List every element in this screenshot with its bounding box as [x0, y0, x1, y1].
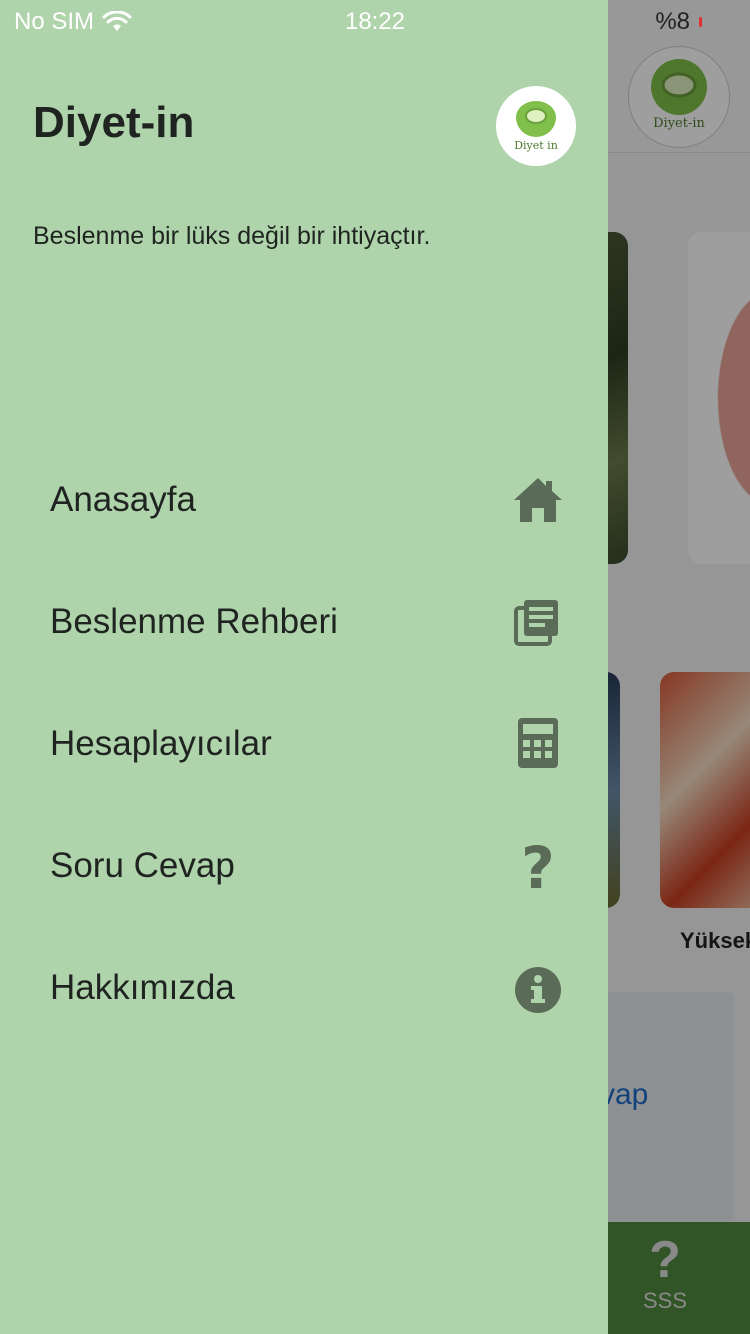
app-logo: Diyet in: [496, 86, 576, 166]
menu-item-anasayfa[interactable]: Anasayfa: [0, 438, 608, 560]
drawer-menu: Anasayfa Beslenme Rehberi Hesaplayıcılar: [0, 438, 608, 1048]
question-icon: ?: [521, 840, 555, 892]
menu-item-beslenme-rehberi[interactable]: Beslenme Rehberi: [0, 560, 608, 682]
clock: 18:22: [344, 8, 406, 35]
menu-item-soru-cevap[interactable]: Soru Cevap ?: [0, 804, 608, 926]
drawer-tagline: Beslenme bir lüks değil bir ihtiyaçtır.: [33, 222, 431, 250]
menu-item-label: Hesaplayıcılar: [50, 724, 272, 763]
battery-indicator: %8: [655, 8, 740, 36]
kiwi-icon: [516, 100, 556, 137]
menu-item-label: Beslenme Rehberi: [50, 602, 338, 641]
info-icon: [515, 967, 561, 1013]
navigation-drawer: Diyet-in Diyet in Beslenme bir lüks deği…: [0, 0, 608, 1334]
calculator-icon: [518, 718, 558, 768]
news-icon: [514, 600, 558, 646]
menu-item-hakkimizda[interactable]: Hakkımızda: [0, 926, 608, 1048]
menu-item-label: Hakkımızda: [50, 968, 235, 1007]
battery-icon: [694, 12, 740, 32]
home-icon: [514, 478, 562, 522]
svg-text:?: ?: [521, 840, 555, 892]
menu-item-label: Anasayfa: [50, 480, 196, 519]
drawer-title: Diyet-in: [33, 98, 195, 147]
menu-item-label: Soru Cevap: [50, 846, 235, 885]
menu-item-hesaplayicilar[interactable]: Hesaplayıcılar: [0, 682, 608, 804]
status-bar: No SIM 18:22 %8: [0, 0, 750, 40]
